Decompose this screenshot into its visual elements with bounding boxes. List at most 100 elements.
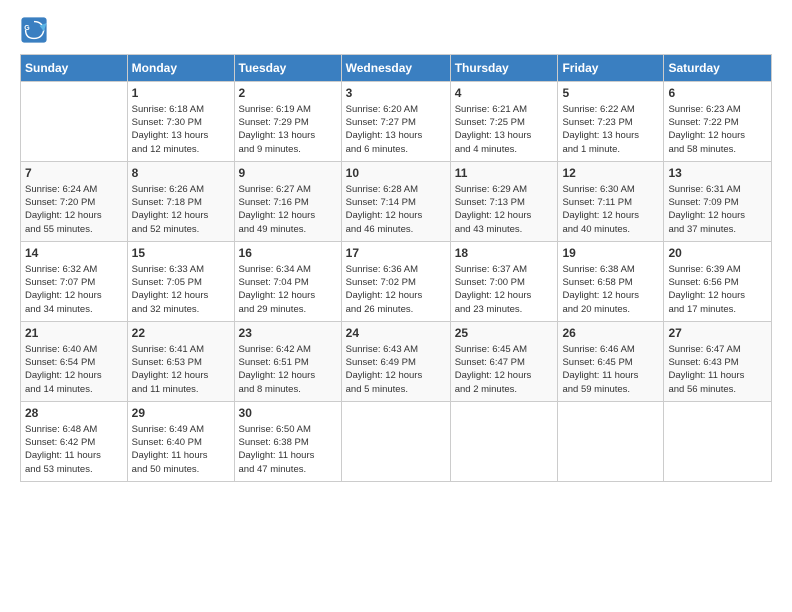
cell-content: Sunrise: 6:41 AM — [132, 343, 230, 356]
day-number: 6 — [668, 85, 767, 102]
cell-content: and 46 minutes. — [346, 223, 446, 236]
day-number: 11 — [455, 165, 554, 182]
week-row-2: 7Sunrise: 6:24 AMSunset: 7:20 PMDaylight… — [21, 162, 772, 242]
logo-icon: G — [20, 16, 48, 44]
cell-content: Daylight: 12 hours — [346, 289, 446, 302]
calendar-cell: 12Sunrise: 6:30 AMSunset: 7:11 PMDayligh… — [558, 162, 664, 242]
day-number: 28 — [25, 405, 123, 422]
calendar-cell: 29Sunrise: 6:49 AMSunset: 6:40 PMDayligh… — [127, 402, 234, 482]
cell-content: Sunset: 7:20 PM — [25, 196, 123, 209]
cell-content: and 29 minutes. — [239, 303, 337, 316]
cell-content: Sunset: 7:23 PM — [562, 116, 659, 129]
cell-content: and 23 minutes. — [455, 303, 554, 316]
cell-content: Sunrise: 6:34 AM — [239, 263, 337, 276]
week-row-1: 1Sunrise: 6:18 AMSunset: 7:30 PMDaylight… — [21, 82, 772, 162]
cell-content: and 20 minutes. — [562, 303, 659, 316]
day-number: 5 — [562, 85, 659, 102]
cell-content: and 17 minutes. — [668, 303, 767, 316]
calendar-cell: 19Sunrise: 6:38 AMSunset: 6:58 PMDayligh… — [558, 242, 664, 322]
calendar-cell: 26Sunrise: 6:46 AMSunset: 6:45 PMDayligh… — [558, 322, 664, 402]
cell-content: Sunrise: 6:43 AM — [346, 343, 446, 356]
cell-content: Daylight: 12 hours — [455, 369, 554, 382]
cell-content: Daylight: 13 hours — [239, 129, 337, 142]
cell-content: Sunset: 6:45 PM — [562, 356, 659, 369]
day-number: 15 — [132, 245, 230, 262]
cell-content: Sunrise: 6:38 AM — [562, 263, 659, 276]
calendar-cell — [558, 402, 664, 482]
cell-content: Sunset: 7:25 PM — [455, 116, 554, 129]
cell-content: Sunrise: 6:42 AM — [239, 343, 337, 356]
day-number: 25 — [455, 325, 554, 342]
cell-content: Daylight: 11 hours — [562, 369, 659, 382]
cell-content: Sunrise: 6:36 AM — [346, 263, 446, 276]
day-number: 10 — [346, 165, 446, 182]
calendar-cell — [341, 402, 450, 482]
cell-content: and 58 minutes. — [668, 143, 767, 156]
cell-content: Daylight: 13 hours — [132, 129, 230, 142]
calendar-cell: 17Sunrise: 6:36 AMSunset: 7:02 PMDayligh… — [341, 242, 450, 322]
day-number: 29 — [132, 405, 230, 422]
calendar-cell: 16Sunrise: 6:34 AMSunset: 7:04 PMDayligh… — [234, 242, 341, 322]
cell-content: Sunset: 7:13 PM — [455, 196, 554, 209]
cell-content: Sunset: 6:58 PM — [562, 276, 659, 289]
calendar-cell — [21, 82, 128, 162]
cell-content: Sunset: 7:04 PM — [239, 276, 337, 289]
day-header-wednesday: Wednesday — [341, 55, 450, 82]
cell-content: Sunrise: 6:45 AM — [455, 343, 554, 356]
cell-content: Sunrise: 6:28 AM — [346, 183, 446, 196]
day-number: 17 — [346, 245, 446, 262]
cell-content: Sunset: 7:27 PM — [346, 116, 446, 129]
cell-content: Sunset: 7:14 PM — [346, 196, 446, 209]
cell-content: and 8 minutes. — [239, 383, 337, 396]
cell-content: Daylight: 12 hours — [25, 209, 123, 222]
calendar-cell: 23Sunrise: 6:42 AMSunset: 6:51 PMDayligh… — [234, 322, 341, 402]
cell-content: Sunset: 6:38 PM — [239, 436, 337, 449]
cell-content: Sunset: 7:05 PM — [132, 276, 230, 289]
cell-content: and 56 minutes. — [668, 383, 767, 396]
calendar-cell: 6Sunrise: 6:23 AMSunset: 7:22 PMDaylight… — [664, 82, 772, 162]
cell-content: and 40 minutes. — [562, 223, 659, 236]
cell-content: Sunset: 6:56 PM — [668, 276, 767, 289]
cell-content: Daylight: 12 hours — [455, 209, 554, 222]
header: G — [20, 16, 772, 44]
calendar-cell: 21Sunrise: 6:40 AMSunset: 6:54 PMDayligh… — [21, 322, 128, 402]
calendar-cell: 14Sunrise: 6:32 AMSunset: 7:07 PMDayligh… — [21, 242, 128, 322]
day-number: 24 — [346, 325, 446, 342]
cell-content: Sunset: 6:43 PM — [668, 356, 767, 369]
cell-content: Daylight: 12 hours — [346, 369, 446, 382]
cell-content: and 12 minutes. — [132, 143, 230, 156]
cell-content: and 55 minutes. — [25, 223, 123, 236]
cell-content: and 49 minutes. — [239, 223, 337, 236]
day-number: 16 — [239, 245, 337, 262]
day-number: 20 — [668, 245, 767, 262]
day-number: 3 — [346, 85, 446, 102]
cell-content: Daylight: 11 hours — [668, 369, 767, 382]
cell-content: Daylight: 12 hours — [668, 129, 767, 142]
cell-content: Sunrise: 6:31 AM — [668, 183, 767, 196]
cell-content: Sunrise: 6:26 AM — [132, 183, 230, 196]
day-number: 14 — [25, 245, 123, 262]
cell-content: Daylight: 12 hours — [562, 289, 659, 302]
header-row: SundayMondayTuesdayWednesdayThursdayFrid… — [21, 55, 772, 82]
calendar-cell: 15Sunrise: 6:33 AMSunset: 7:05 PMDayligh… — [127, 242, 234, 322]
cell-content: Sunrise: 6:20 AM — [346, 103, 446, 116]
logo: G — [20, 16, 52, 44]
cell-content: Daylight: 12 hours — [668, 289, 767, 302]
day-header-tuesday: Tuesday — [234, 55, 341, 82]
day-number: 1 — [132, 85, 230, 102]
cell-content: Sunset: 7:07 PM — [25, 276, 123, 289]
cell-content: Sunrise: 6:49 AM — [132, 423, 230, 436]
calendar-cell: 10Sunrise: 6:28 AMSunset: 7:14 PMDayligh… — [341, 162, 450, 242]
cell-content: Sunrise: 6:19 AM — [239, 103, 337, 116]
cell-content: Sunrise: 6:48 AM — [25, 423, 123, 436]
calendar-cell: 5Sunrise: 6:22 AMSunset: 7:23 PMDaylight… — [558, 82, 664, 162]
cell-content: Sunset: 6:53 PM — [132, 356, 230, 369]
cell-content: Sunrise: 6:30 AM — [562, 183, 659, 196]
cell-content: and 34 minutes. — [25, 303, 123, 316]
cell-content: Sunset: 7:30 PM — [132, 116, 230, 129]
cell-content: Sunset: 7:09 PM — [668, 196, 767, 209]
calendar-cell: 25Sunrise: 6:45 AMSunset: 6:47 PMDayligh… — [450, 322, 558, 402]
day-header-thursday: Thursday — [450, 55, 558, 82]
cell-content: and 50 minutes. — [132, 463, 230, 476]
calendar-cell: 1Sunrise: 6:18 AMSunset: 7:30 PMDaylight… — [127, 82, 234, 162]
